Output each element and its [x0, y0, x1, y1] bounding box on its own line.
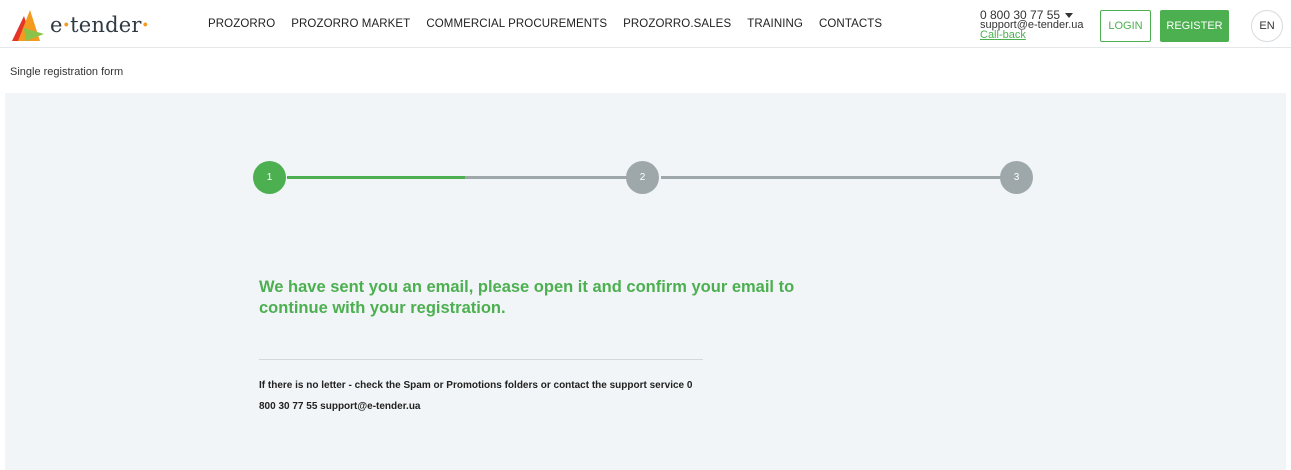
- nav-item-contacts[interactable]: CONTACTS: [819, 18, 882, 30]
- support-note: If there is no letter - check the Spam o…: [259, 380, 693, 412]
- nav-item-prozorro-market[interactable]: PROZORRO MARKET: [291, 18, 410, 30]
- header-contacts: 0 800 30 77 55 support@e-tender.ua Call-…: [980, 9, 1092, 41]
- language-switcher[interactable]: EN: [1251, 10, 1283, 42]
- nav-item-prozorro[interactable]: PROZORRO: [208, 18, 275, 30]
- register-button[interactable]: REGISTER: [1160, 10, 1229, 42]
- stepper-progress: [287, 176, 465, 179]
- divider: [259, 359, 703, 360]
- breadcrumb: Single registration form: [0, 49, 1291, 92]
- stepper-track-2: [661, 176, 1017, 179]
- chevron-down-icon: [1065, 12, 1074, 18]
- registration-panel: 1 2 3 We have sent you an email, please …: [5, 93, 1286, 470]
- nav-item-prozorro-sales[interactable]: PROZORRO.SALES: [623, 18, 731, 30]
- nav-item-training[interactable]: TRAINING: [747, 18, 803, 30]
- login-button[interactable]: LOGIN: [1100, 10, 1151, 42]
- main-nav: PROZORRO PROZORRO MARKET COMMERCIAL PROC…: [208, 18, 898, 30]
- logo[interactable]: e·tender·: [10, 8, 149, 42]
- logo-text: e·tender·: [50, 11, 150, 37]
- callback-link[interactable]: Call-back: [980, 30, 1092, 41]
- logo-icon: [10, 8, 46, 42]
- step-3: 3: [1000, 161, 1033, 194]
- registration-stepper: 1 2 3: [5, 93, 1286, 213]
- confirmation-message: We have sent you an email, please open i…: [259, 278, 795, 317]
- top-header: e·tender· PROZORRO PROZORRO MARKET COMME…: [0, 0, 1291, 48]
- nav-item-commercial-procurements[interactable]: COMMERCIAL PROCUREMENTS: [426, 18, 607, 30]
- page-title: Single registration form: [10, 66, 124, 78]
- step-1: 1: [253, 161, 286, 194]
- step-2: 2: [626, 161, 659, 194]
